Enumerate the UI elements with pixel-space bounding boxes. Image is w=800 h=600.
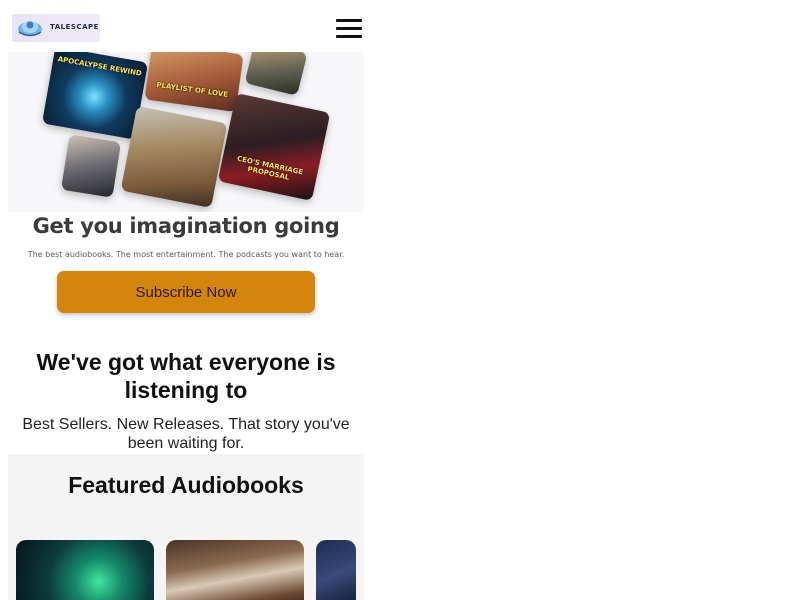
featured-title: Featured Audiobooks [68, 472, 304, 498]
audiobook-card[interactable] [16, 540, 154, 600]
audiobook-card[interactable] [166, 540, 304, 600]
cover-title: PLAYLIST OF LOVE [155, 80, 229, 99]
site-header: TALESCAPE [8, 8, 364, 52]
cover-ceo-marriage-proposal: CEO'S MARRIAGE PROPOSAL [217, 93, 331, 201]
hero-collage: APOCALYPSE REWIND PLAYLIST OF LOVE CEO'S… [8, 52, 364, 212]
cover-landscape [244, 52, 308, 96]
site-logo[interactable]: TALESCAPE [12, 14, 100, 42]
cover-couple [60, 134, 122, 198]
cover-playlist-of-love: PLAYLIST OF LOVE [144, 52, 244, 113]
logo-icon [18, 21, 42, 37]
mobile-page: TALESCAPE APOCALYPSE REWIND PLAYLIST OF … [8, 8, 364, 600]
hero-subtitle: The best audiobooks. The most entertainm… [27, 250, 345, 259]
cover-title: CEO'S MARRIAGE PROPOSAL [236, 154, 304, 182]
featured-audiobooks-section: Featured Audiobooks [8, 454, 364, 600]
section-title: We've got what everyone is listening to [36, 349, 336, 403]
subscribe-button[interactable]: Subscribe Now [57, 271, 315, 313]
hamburger-menu-icon[interactable] [336, 18, 362, 40]
hero-title: Get you imagination going [32, 214, 340, 238]
cover-title: APOCALYPSE REWIND [57, 55, 143, 78]
logo-text: TALESCAPE [50, 23, 99, 31]
section-subtitle: Best Sellers. New Releases. That story y… [22, 416, 350, 452]
audiobook-card[interactable] [316, 540, 356, 600]
cover-soldiers [120, 106, 228, 208]
